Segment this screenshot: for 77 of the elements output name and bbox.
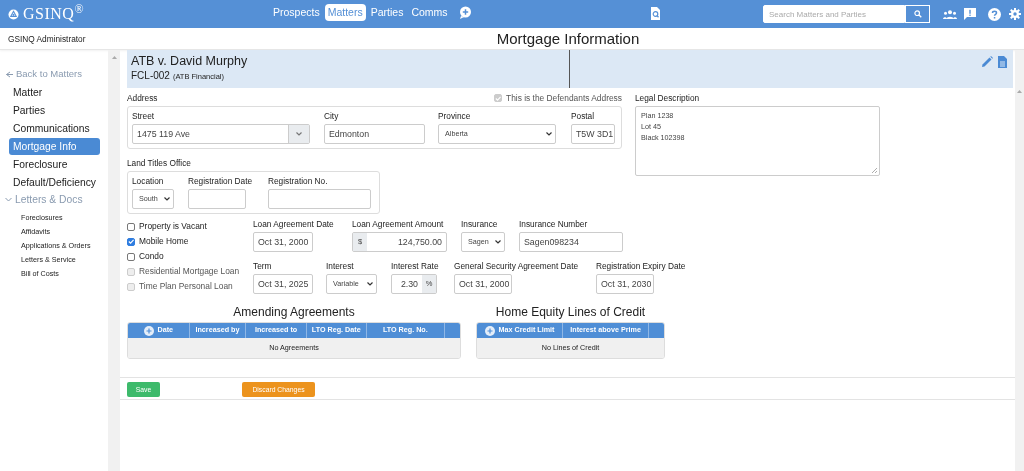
scroll-up-icon[interactable] xyxy=(111,56,117,59)
chevron-down-icon[interactable] xyxy=(5,197,12,203)
field-label: Registration No. xyxy=(268,176,329,186)
field-label: General Security Agreement Date xyxy=(454,261,580,271)
resize-handle-icon[interactable] xyxy=(871,167,878,174)
section-label: Address xyxy=(127,93,158,103)
field-label: Interest Rate xyxy=(391,261,440,271)
checkbox[interactable] xyxy=(127,222,135,231)
checkbox-label: Mobile Home xyxy=(139,235,189,248)
checkbox-label: Time Plan Personal Loan xyxy=(139,280,233,293)
scrollbar[interactable] xyxy=(108,50,120,471)
text-field[interactable]: Oct 31, 2025 xyxy=(253,274,313,294)
field-label: Street xyxy=(132,111,156,121)
table-title: Home Equity Lines of Credit xyxy=(494,305,647,320)
text-field[interactable] xyxy=(188,189,246,209)
page-title: Mortgage Information xyxy=(495,29,641,49)
scrollbar[interactable] xyxy=(1015,50,1024,471)
search-icon xyxy=(913,10,922,18)
settings-icon[interactable] xyxy=(1009,8,1021,20)
sidebar-item[interactable]: Communications xyxy=(9,120,100,138)
message-icon[interactable] xyxy=(964,8,976,20)
text-field[interactable]: T5W 3D1 xyxy=(571,124,615,144)
field-label: Province xyxy=(438,111,472,121)
field-label: Term xyxy=(253,261,273,271)
field-label: Location xyxy=(132,176,165,186)
checkbox[interactable] xyxy=(127,252,135,261)
field-label: Interest xyxy=(326,261,355,271)
chevron-down-icon xyxy=(367,282,373,286)
checkbox-label: Condo xyxy=(139,250,164,263)
edit-icon[interactable] xyxy=(982,56,993,67)
text-field[interactable]: Edmonton xyxy=(324,124,425,144)
people-icon[interactable] xyxy=(943,9,957,19)
sidebar-item[interactable]: Mortgage Info xyxy=(9,138,100,156)
scroll-up-icon[interactable] xyxy=(1017,90,1022,93)
field-label: Loan Agreement Amount xyxy=(352,219,445,229)
matter-title: ATB v. David Murphy xyxy=(131,53,249,69)
add-icon[interactable] xyxy=(484,325,495,336)
sidebar-item[interactable]: Matter xyxy=(9,84,100,102)
checkbox[interactable] xyxy=(127,237,135,246)
sidebar-item[interactable]: Default/Deficiency xyxy=(9,174,100,192)
field-label: Legal Description xyxy=(635,93,701,103)
table-title: Amending Agreements xyxy=(232,305,356,320)
section-label: Land Titles Office xyxy=(127,158,192,168)
text-field[interactable]: Oct 31, 2030 xyxy=(596,274,654,294)
checkbox-label: This is the Defendants Address xyxy=(506,91,622,105)
user-name: GSINQ Administrator xyxy=(7,33,87,46)
field-label: Registration Expiry Date xyxy=(596,261,687,271)
field-label: Postal xyxy=(571,111,596,121)
field-label: Loan Agreement Date xyxy=(253,219,335,229)
chevron-down-icon xyxy=(495,240,501,244)
chat-add-icon[interactable] xyxy=(458,6,472,19)
sidebar-item[interactable]: Parties xyxy=(9,102,100,120)
field-label: Insurance xyxy=(461,219,499,229)
search-field[interactable]: Search Matters and Parties xyxy=(763,5,905,23)
street-combo-field[interactable]: 1475 119 Ave xyxy=(132,124,310,144)
text-field[interactable]: Oct 31, 2000 xyxy=(454,274,512,294)
chevron-down-icon xyxy=(164,197,170,201)
text-field[interactable]: Oct 31, 2000 xyxy=(253,232,313,252)
text-field[interactable] xyxy=(268,189,371,209)
search-document-icon[interactable] xyxy=(650,7,661,20)
logo-icon xyxy=(8,8,19,20)
sidebar-item[interactable]: Foreclosure xyxy=(9,156,100,174)
add-icon[interactable] xyxy=(143,325,154,336)
back-arrow-icon xyxy=(5,70,13,78)
logo-text: GSINQ$^{®}$ xyxy=(23,6,84,22)
checkbox-label: Residential Mortgage Loan xyxy=(139,265,240,278)
matter-number: FCL-002 xyxy=(131,70,170,81)
field-label: City xyxy=(324,111,340,121)
text-field[interactable]: Sagen098234 xyxy=(519,232,623,252)
chevron-down-icon xyxy=(546,132,552,136)
chevron-down-icon xyxy=(296,132,302,136)
field-label: Registration Date xyxy=(188,176,254,186)
checkbox-label: Property is Vacant xyxy=(139,220,207,233)
field-label: Insurance Number xyxy=(519,219,589,229)
help-icon[interactable] xyxy=(988,7,1001,21)
document-icon[interactable] xyxy=(998,56,1007,68)
search-button[interactable] xyxy=(905,5,930,23)
